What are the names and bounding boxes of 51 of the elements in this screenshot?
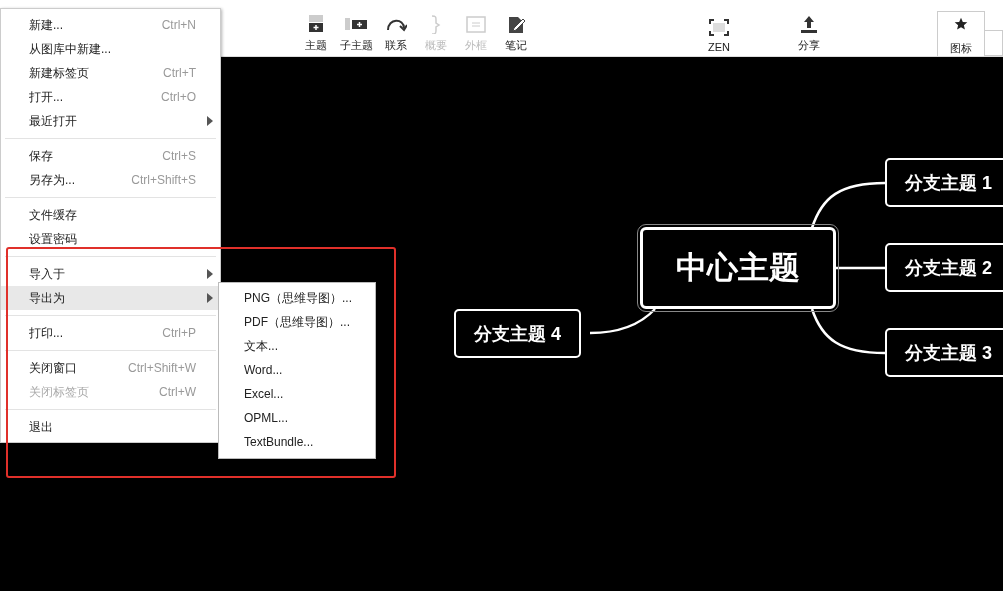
menu-item[interactable]: 设置密码 bbox=[1, 227, 220, 251]
shortcut-text: Ctrl+P bbox=[162, 326, 196, 340]
menu-item[interactable]: 最近打开 bbox=[1, 109, 220, 133]
submenu-arrow-icon bbox=[207, 116, 213, 126]
share-button[interactable]: 分享 bbox=[786, 14, 832, 56]
submenu-item[interactable]: PDF（思维导图）... bbox=[219, 310, 375, 334]
menu-item[interactable]: 保存 Ctrl+S bbox=[1, 144, 220, 168]
menu-item[interactable]: 退出 bbox=[1, 415, 220, 439]
panel-tab[interactable] bbox=[985, 30, 1003, 56]
submenu-item[interactable]: 文本... bbox=[219, 334, 375, 358]
menu-item[interactable]: 关闭窗口 Ctrl+Shift+W bbox=[1, 356, 220, 380]
shortcut-text: Ctrl+Shift+S bbox=[131, 173, 196, 187]
shortcut-text: Ctrl+O bbox=[161, 90, 196, 104]
topic-button[interactable]: 主题 bbox=[298, 14, 334, 56]
submenu-item[interactable]: PNG（思维导图）... bbox=[219, 286, 375, 310]
upload-icon bbox=[798, 14, 820, 34]
submenu-item[interactable]: OPML... bbox=[219, 406, 375, 430]
menu-item[interactable]: 导入于 bbox=[1, 262, 220, 286]
shortcut-text: Ctrl+S bbox=[162, 149, 196, 163]
branch-topic[interactable]: 分支主题 3 bbox=[885, 328, 1003, 377]
fullscreen-icon bbox=[708, 17, 730, 37]
relation-button[interactable]: 联系 bbox=[378, 14, 414, 56]
menu-item[interactable]: 文件缓存 bbox=[1, 203, 220, 227]
frame-icon bbox=[465, 14, 487, 34]
shortcut-text: Ctrl+W bbox=[159, 385, 196, 399]
submenu-item[interactable]: Word... bbox=[219, 358, 375, 382]
star-icon bbox=[953, 17, 969, 31]
branch-topic[interactable]: 分支主题 4 bbox=[454, 309, 581, 358]
shortcut-text: Ctrl+T bbox=[163, 66, 196, 80]
note-button[interactable]: 笔记 bbox=[498, 14, 534, 56]
submenu-item[interactable]: TextBundle... bbox=[219, 430, 375, 454]
menu-item[interactable]: 新建标签页 Ctrl+T bbox=[1, 61, 220, 85]
menu-item[interactable]: 打印... Ctrl+P bbox=[1, 321, 220, 345]
shortcut-text: Ctrl+N bbox=[161, 18, 196, 32]
icons-tab[interactable]: 图标 bbox=[937, 11, 985, 56]
submenu-arrow-icon bbox=[207, 293, 213, 303]
shortcut-text: Ctrl+Shift+W bbox=[128, 361, 196, 375]
menu-item[interactable]: 另存为... Ctrl+Shift+S bbox=[1, 168, 220, 192]
menu-item[interactable]: 打开... Ctrl+O bbox=[1, 85, 220, 109]
branch-topic[interactable]: 分支主题 1 bbox=[885, 158, 1003, 207]
submenu-item[interactable]: Excel... bbox=[219, 382, 375, 406]
connector-line bbox=[589, 308, 656, 335]
subtopic-button[interactable]: 子主题 bbox=[338, 14, 374, 56]
menu-item[interactable]: 从图库中新建... bbox=[1, 37, 220, 61]
branch-topic[interactable]: 分支主题 2 bbox=[885, 243, 1003, 292]
central-topic[interactable]: 中心主题 bbox=[640, 227, 836, 309]
menu-item[interactable]: 导出为 bbox=[1, 286, 220, 310]
zen-button[interactable]: ZEN bbox=[696, 17, 742, 56]
menu-item[interactable]: 新建... Ctrl+N bbox=[1, 13, 220, 37]
submenu-arrow-icon bbox=[207, 269, 213, 279]
connector-line bbox=[836, 266, 885, 270]
